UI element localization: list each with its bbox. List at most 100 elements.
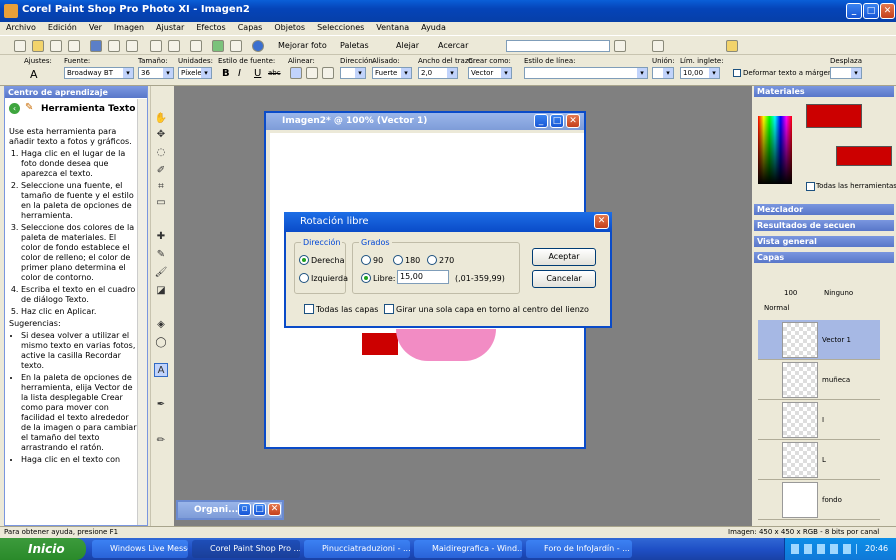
back-icon[interactable]: ‹ [9, 103, 20, 114]
menu-objetos[interactable]: Objetos [268, 22, 311, 33]
layer-row[interactable]: muñeca [758, 360, 880, 400]
clone-icon[interactable]: ✎ [154, 248, 168, 262]
all-layers-checkbox[interactable] [304, 304, 314, 314]
redo-icon[interactable] [168, 40, 180, 52]
menu-ajustar[interactable]: Ajustar [150, 22, 190, 33]
info-icon[interactable] [252, 40, 264, 52]
move-icon[interactable]: ✥ [154, 128, 168, 142]
resize-icon[interactable] [212, 40, 224, 52]
image-minimize-button[interactable]: _ [534, 114, 548, 128]
text-tool-button[interactable]: A [154, 363, 168, 377]
shape-icon[interactable]: ◯ [154, 336, 168, 350]
bold-button[interactable]: B [222, 68, 230, 79]
menu-ventana[interactable]: Ventana [370, 22, 415, 33]
line-style-select[interactable] [524, 67, 648, 79]
scan-icon[interactable] [68, 40, 80, 52]
font-select[interactable]: Broadway BT [64, 67, 134, 79]
start-button[interactable]: Inicio [0, 538, 86, 560]
single-layer-checkbox[interactable] [384, 304, 394, 314]
align-left-icon[interactable] [290, 67, 302, 79]
learning-scrollbar[interactable] [137, 99, 147, 525]
warp-checkbox[interactable] [733, 69, 741, 77]
deg-270-radio[interactable] [427, 255, 437, 265]
menu-edicion[interactable]: Edición [42, 22, 83, 33]
undo-icon[interactable] [150, 40, 162, 52]
taskbar-item-paintshop[interactable]: Corel Paint Shop Pro ... [192, 540, 300, 558]
crop-icon[interactable] [190, 40, 202, 52]
image-maximize-button[interactable]: □ [550, 114, 564, 128]
organizer-minimized[interactable]: Organi... ▫ □ ✕ [176, 500, 284, 520]
foreground-swatch[interactable] [806, 104, 862, 128]
image-close-button[interactable]: ✕ [566, 114, 580, 128]
rotate-icon[interactable] [230, 40, 242, 52]
create-as-select[interactable]: Vector [468, 67, 512, 79]
enhance-button[interactable]: Mejorar foto [278, 41, 327, 50]
stroke-width-select[interactable]: 2,0 [418, 67, 458, 79]
dropper-icon[interactable]: ✐ [154, 164, 168, 178]
cancel-button[interactable]: Cancelar [532, 270, 596, 288]
organizer-maximize-button[interactable]: □ [253, 503, 266, 516]
left-radio[interactable] [299, 273, 309, 283]
red-eye-icon[interactable]: ✚ [154, 230, 168, 244]
pen-icon[interactable]: ✒ [154, 398, 168, 412]
layer-row[interactable]: Vector 1 [758, 320, 880, 360]
pan-icon[interactable]: ✋ [154, 112, 168, 126]
menu-selecciones[interactable]: Selecciones [311, 22, 370, 33]
zoom-out-button[interactable]: Alejar [396, 41, 419, 50]
fill-icon[interactable]: ◈ [154, 318, 168, 332]
kerning-input[interactable] [830, 67, 862, 79]
deg-90-radio[interactable] [361, 255, 371, 265]
free-radio[interactable] [361, 273, 371, 283]
organizer-close-button[interactable]: ✕ [268, 503, 281, 516]
join-select[interactable] [652, 67, 674, 79]
new-icon[interactable] [14, 40, 26, 52]
mail-icon[interactable] [726, 40, 738, 52]
opacity-value[interactable]: 100 [784, 289, 797, 297]
menu-archivo[interactable]: Archivo [0, 22, 42, 33]
layer-row[interactable]: fondo [758, 480, 880, 520]
text-tool-icon[interactable]: A [30, 68, 38, 81]
lasso-icon[interactable]: ◌ [154, 146, 168, 160]
crop-icon[interactable]: ⌗ [154, 180, 168, 194]
maximize-button[interactable]: □ [863, 3, 879, 19]
menu-capas[interactable]: Capas [232, 22, 269, 33]
zoom-in-button[interactable]: Acercar [438, 41, 468, 50]
straighten-icon[interactable]: ▭ [154, 196, 168, 210]
italic-button[interactable]: I [238, 68, 241, 79]
deg-180-radio[interactable] [393, 255, 403, 265]
mixer-header[interactable]: Mezclador [754, 204, 894, 215]
clock[interactable]: 20:46 [865, 544, 888, 553]
taskbar-item-infojardin[interactable]: Foro de InfoJardín - ... [526, 540, 632, 558]
close-button[interactable]: ✕ [880, 3, 895, 19]
layer-row[interactable]: L [758, 440, 880, 480]
history-header[interactable]: Resultados de secuen [754, 220, 894, 231]
menu-efectos[interactable]: Efectos [190, 22, 231, 33]
free-angle-input[interactable]: 15,00 [397, 270, 449, 284]
taskbar-item-maidiregrafica[interactable]: Maidiregrafica - Wind... [414, 540, 522, 558]
strike-button[interactable]: abc [268, 69, 281, 77]
align-right-icon[interactable] [322, 67, 334, 79]
all-tools-checkbox[interactable] [806, 182, 815, 191]
taskbar-item-messenger[interactable]: Windows Live Messen... [92, 540, 188, 558]
tray-icons[interactable] [791, 544, 857, 554]
size-select[interactable]: 36 [138, 67, 174, 79]
units-select[interactable]: Píxeles [178, 67, 212, 79]
camera-icon[interactable] [652, 40, 664, 52]
taskbar-item-pinuccia[interactable]: Pinucciatraduzioni - ... [304, 540, 410, 558]
eraser-icon[interactable]: ◪ [154, 284, 168, 298]
menu-imagen[interactable]: Imagen [108, 22, 150, 33]
brush-icon[interactable]: 🖌 [154, 266, 168, 280]
save-icon[interactable] [90, 40, 102, 52]
underline-button[interactable]: U [254, 68, 261, 79]
search-input[interactable] [506, 40, 610, 52]
align-center-icon[interactable] [306, 67, 318, 79]
direction-select[interactable] [340, 67, 366, 79]
miter-input[interactable]: 10,00 [680, 67, 720, 79]
palettes-button[interactable]: Paletas [340, 41, 369, 50]
antialias-select[interactable]: Fuerte [372, 67, 412, 79]
ok-button[interactable]: Aceptar [532, 248, 596, 266]
save-as-icon[interactable] [108, 40, 120, 52]
print-icon[interactable] [126, 40, 138, 52]
organizer-restore-button[interactable]: ▫ [238, 503, 251, 516]
blend-mode[interactable]: Normal [764, 304, 789, 312]
